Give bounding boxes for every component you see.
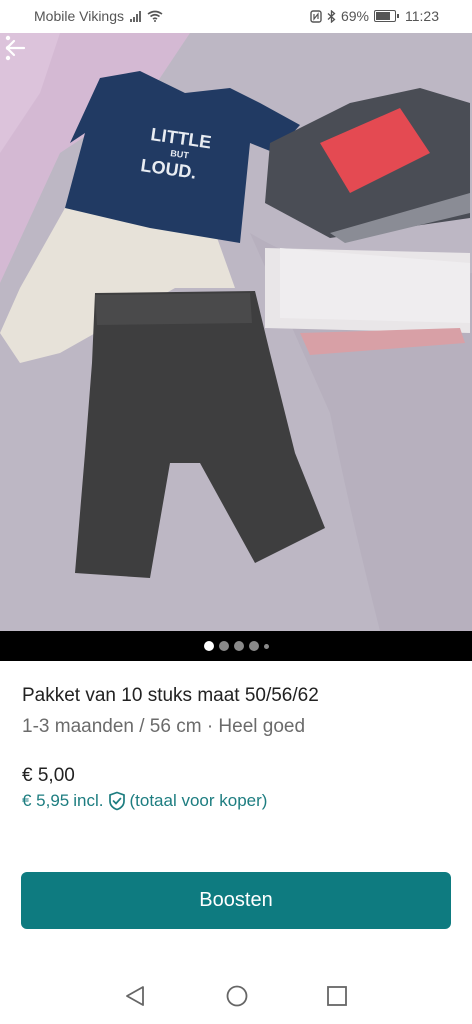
status-right: 69% 11:23 [310,8,439,24]
price-incl-row[interactable]: € 5,95 incl. (totaal voor koper) [22,791,267,811]
battery-percent: 69% [340,8,369,24]
battery-icon [374,10,399,22]
carrier-name: Mobile Vikings [34,8,125,24]
carousel-dot-5[interactable] [263,643,269,649]
carousel-dot-3[interactable] [233,641,244,651]
listing-subtitle: 1-3 maanden / 56 cm · Heel goed [22,716,306,737]
status-left: Mobile Vikings [34,8,163,24]
incl-label: incl. [73,791,104,810]
wifi-icon [147,10,163,22]
carousel-dot-1[interactable] [203,641,214,651]
nav-home-icon[interactable] [225,984,249,1008]
photo-illustration: LITTLE BUT LOUD. [0,33,472,631]
nav-back-icon[interactable] [124,984,146,1008]
system-nav-bar [0,970,472,1024]
nfc-icon [310,9,322,23]
total-note: (totaal voor koper) [129,791,268,810]
clock: 11:23 [405,8,439,24]
nav-recents-icon[interactable] [326,984,348,1008]
product-photo[interactable]: LITTLE BUT LOUD. [0,33,472,661]
carousel-indicator [0,631,472,661]
price-incl-value: € 5,95 [22,791,70,810]
carousel-dot-4[interactable] [248,641,259,651]
signal-icon [130,10,142,22]
status-bar: Mobile Vikings 69% 11:23 [0,0,472,33]
bluetooth-icon [327,9,336,23]
shield-check-icon [108,791,125,811]
listing-price: € 5,00 [22,765,75,786]
more-options-icon[interactable] [0,33,16,63]
carousel-dot-2[interactable] [218,641,229,651]
listing-title: Pakket van 10 stuks maat 50/56/62 [22,685,319,706]
boost-button[interactable]: Boosten [21,872,451,929]
